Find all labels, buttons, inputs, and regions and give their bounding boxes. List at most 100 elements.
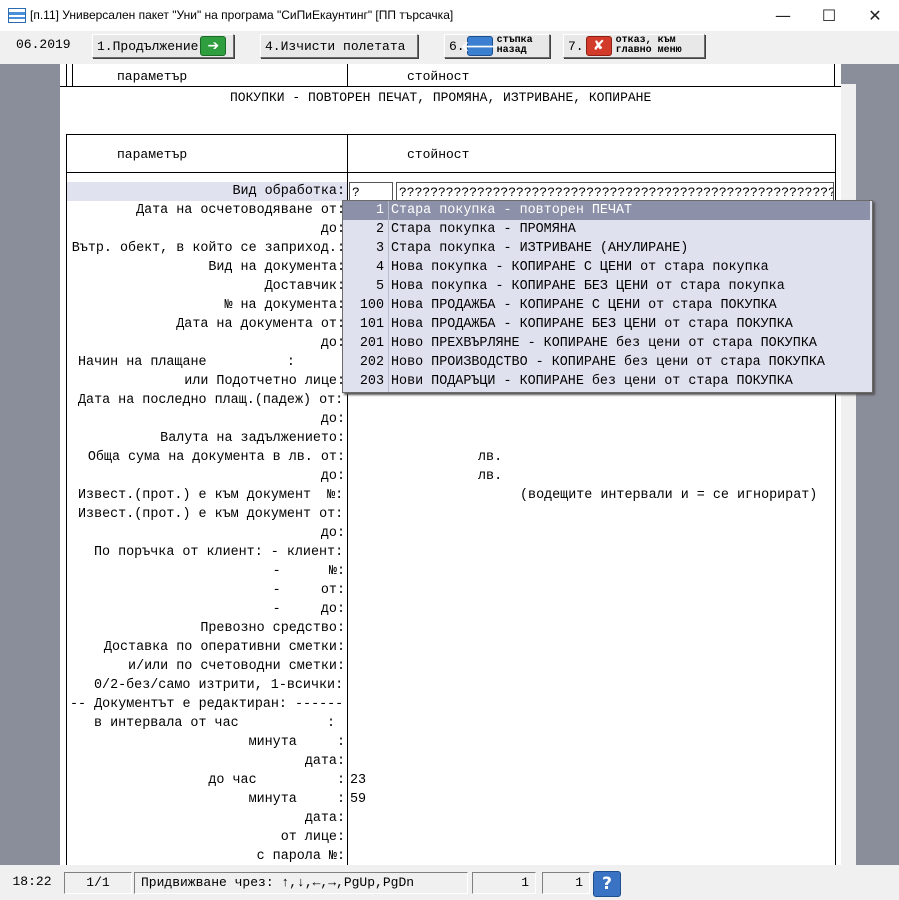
dropdown-option[interactable]: 203 Нови ПОДАРЪЦИ - КОПИРАНЕ без цени от … [343,372,872,391]
form-label: дата: [304,811,345,826]
toolbar: 06.2019 1.Продължение ➔ 4.Изчисти полета… [0,31,899,63]
option-text: Нови ПОДАРЪЦИ - КОПИРАНЕ без цени от ста… [391,374,793,389]
clear-fields-label: 4.Изчисти полетата [265,38,406,54]
processing-type-dropdown[interactable]: 1 Стара покупка - повторен ПЕЧАТ 2 Стара по… [342,200,873,393]
table-col1-header: параметър [117,147,188,162]
period-label: 06.2019 [16,37,71,52]
option-text: Нова ПРОДАЖБА - КОПИРАНЕ С ЦЕНИ от стара… [391,298,777,313]
form-label: с парола №: [256,849,345,864]
arrow-left-icon: 🡐 [461,36,498,56]
option-number: 203 [359,374,384,389]
form-label: Вид на документа: [208,260,345,275]
amount-to-unit: лв. [478,469,503,484]
form-label: Вътр. обект, в който се заприход.: [71,241,345,256]
header-col1: параметър [117,69,188,84]
option-text: Ново ПРЕХВЪРЛЯНЕ - КОПИРАНЕ без цени от … [391,336,817,351]
status-hint: Придвижване чрез: ↑,↓,←,→,PgUp,PgDn [134,872,468,894]
dropdown-option[interactable]: 201 Ново ПРЕХВЪРЛЯНЕ - КОПИРАНЕ без цени … [343,334,872,353]
cancel-line2: главно меню [615,45,682,56]
hour-to-value[interactable]: 23 [350,771,366,790]
form-label: -- Документът е редактиран: ------ [70,697,344,712]
form-label: Обща сума на документа в лв. от: [87,450,345,465]
dropdown-option[interactable]: 202 Ново ПРОИЗВОДСТВО - КОПИРАНЕ без цени… [343,353,872,372]
form-label: - от: [272,583,345,598]
continue-label: 1.Продължение [97,38,199,54]
option-number: 1 [375,203,384,218]
continue-button[interactable]: 1.Продължение ➔ [92,34,234,58]
form-label: Извест.(прот.) е към документ №: [78,488,344,503]
option-number: 201 [359,336,384,351]
dropdown-option[interactable]: 2 Стара покупка - ПРОМЯНА [343,220,872,239]
form-label: дата: [304,754,345,769]
option-text: Нова покупка - КОПИРАНЕ БЕЗ ЦЕНИ от стар… [391,279,785,294]
dropdown-option[interactable]: 3 Стара покупка - ИЗТРИВАНЕ (АНУЛИРАНЕ) [343,239,872,258]
option-text: Стара покупка - повторен ПЕЧАТ [391,203,633,218]
form-title: ПОКУПКИ - ПОВТОРЕН ПЕЧАТ, ПРОМЯНА, ИЗТРИ… [230,90,652,105]
form-label: Вид обработка: [232,184,346,199]
option-number: 3 [375,241,384,256]
form-label: Доставчик: [264,279,345,294]
form-label: Дата на последно плащ.(падеж) от: [78,393,344,408]
close-button[interactable]: ✕ [852,0,898,31]
app-icon [8,8,26,23]
form-label: Валута на задължението: [160,431,345,446]
form-label: Извест.(прот.) е към документ от: [78,507,344,522]
status-page: 1/1 [64,872,132,894]
dropdown-option[interactable]: 101 Нова ПРОДАЖБА - КОПИРАНЕ БЕЗ ЦЕНИ от … [343,315,872,334]
minimize-button[interactable]: — [760,0,806,31]
title-bar: [п.11] Универсален пакет "Уни" на програ… [0,0,899,31]
option-number: 101 [359,317,384,332]
form-label: Превозно средство: [200,621,345,636]
cancel-x-icon: ✘ [585,36,612,56]
option-text: Ново ПРОИЗВОДСТВО - КОПИРАНЕ без цени от… [391,355,825,370]
form-label: или Подотчетно лице: [184,374,345,389]
status-value-1: 1 [472,872,536,894]
window-title: [п.11] Универсален пакет "Уни" на програ… [30,8,454,22]
form-label: минута : [248,735,345,750]
left-gutter [0,64,60,865]
form-label: до час : [208,773,345,788]
header-col2: стойност [407,69,470,84]
arrow-right-icon: ➔ [200,36,227,56]
form-label: № на документа: [224,298,345,313]
option-number: 5 [375,279,384,294]
step-back-button[interactable]: 6. 🡐 стъпка назад [444,34,550,58]
cancel-main-menu-button[interactable]: 7. ✘ отказ, към главно меню [563,34,705,58]
ref-note: (водещите интервали и = се игнорират) [520,488,818,503]
dropdown-option[interactable]: 1 Стара покупка - повторен ПЕЧАТ [343,201,870,220]
status-bar: 18:22 1/1 Придвижване чрез: ↑,↓,←,→,PgUp… [0,866,899,900]
form-label: минута : [248,792,345,807]
minute-to-value[interactable]: 59 [350,790,366,809]
form-label: Доставка по оперативни сметки: [103,640,345,655]
amount-from-unit: лв. [478,450,503,465]
form-label: 0/2-без/само изтрити, 1-всички: [94,678,344,693]
step-back-line2: назад [496,45,527,56]
form-label: Начин на плащане : [78,355,295,370]
dropdown-option[interactable]: 5 Нова покупка - КОПИРАНЕ БЕЗ ЦЕНИ от ста… [343,277,872,296]
option-number: 2 [375,222,384,237]
cancel-num: 7. [568,38,584,54]
dropdown-separator [388,201,389,392]
cancel-label: отказ, към главно меню [612,36,682,56]
form-label: По поръчка от клиент: - клиент: [94,545,344,560]
form-label: и/или по счетоводни сметки: [128,659,345,674]
form-label: до: [320,469,345,484]
table-col2-header: стойност [407,147,470,162]
option-number: 4 [375,260,384,275]
form-label: в интервала от час : [94,716,336,731]
status-time: 18:22 [12,874,52,889]
status-value-2: 1 [542,872,590,894]
form-label: - №: [272,564,345,579]
step-back-label: стъпка назад [493,36,533,56]
dropdown-option[interactable]: 4 Нова покупка - КОПИРАНЕ С ЦЕНИ от стара… [343,258,872,277]
option-number: 202 [359,355,384,370]
form-label: до: [320,412,345,427]
form-label: от лице: [280,830,345,845]
clear-fields-button[interactable]: 4.Изчисти полетата [260,34,418,58]
help-icon[interactable]: ? [593,871,621,897]
option-text: Стара покупка - ПРОМЯНА [391,222,576,237]
maximize-button[interactable]: ☐ [806,0,852,31]
form-label: Дата на осчетоводяване от: [136,203,345,218]
dropdown-option[interactable]: 100 Нова ПРОДАЖБА - КОПИРАНЕ С ЦЕНИ от ст… [343,296,872,315]
form-label: Дата на документа от: [176,317,345,332]
